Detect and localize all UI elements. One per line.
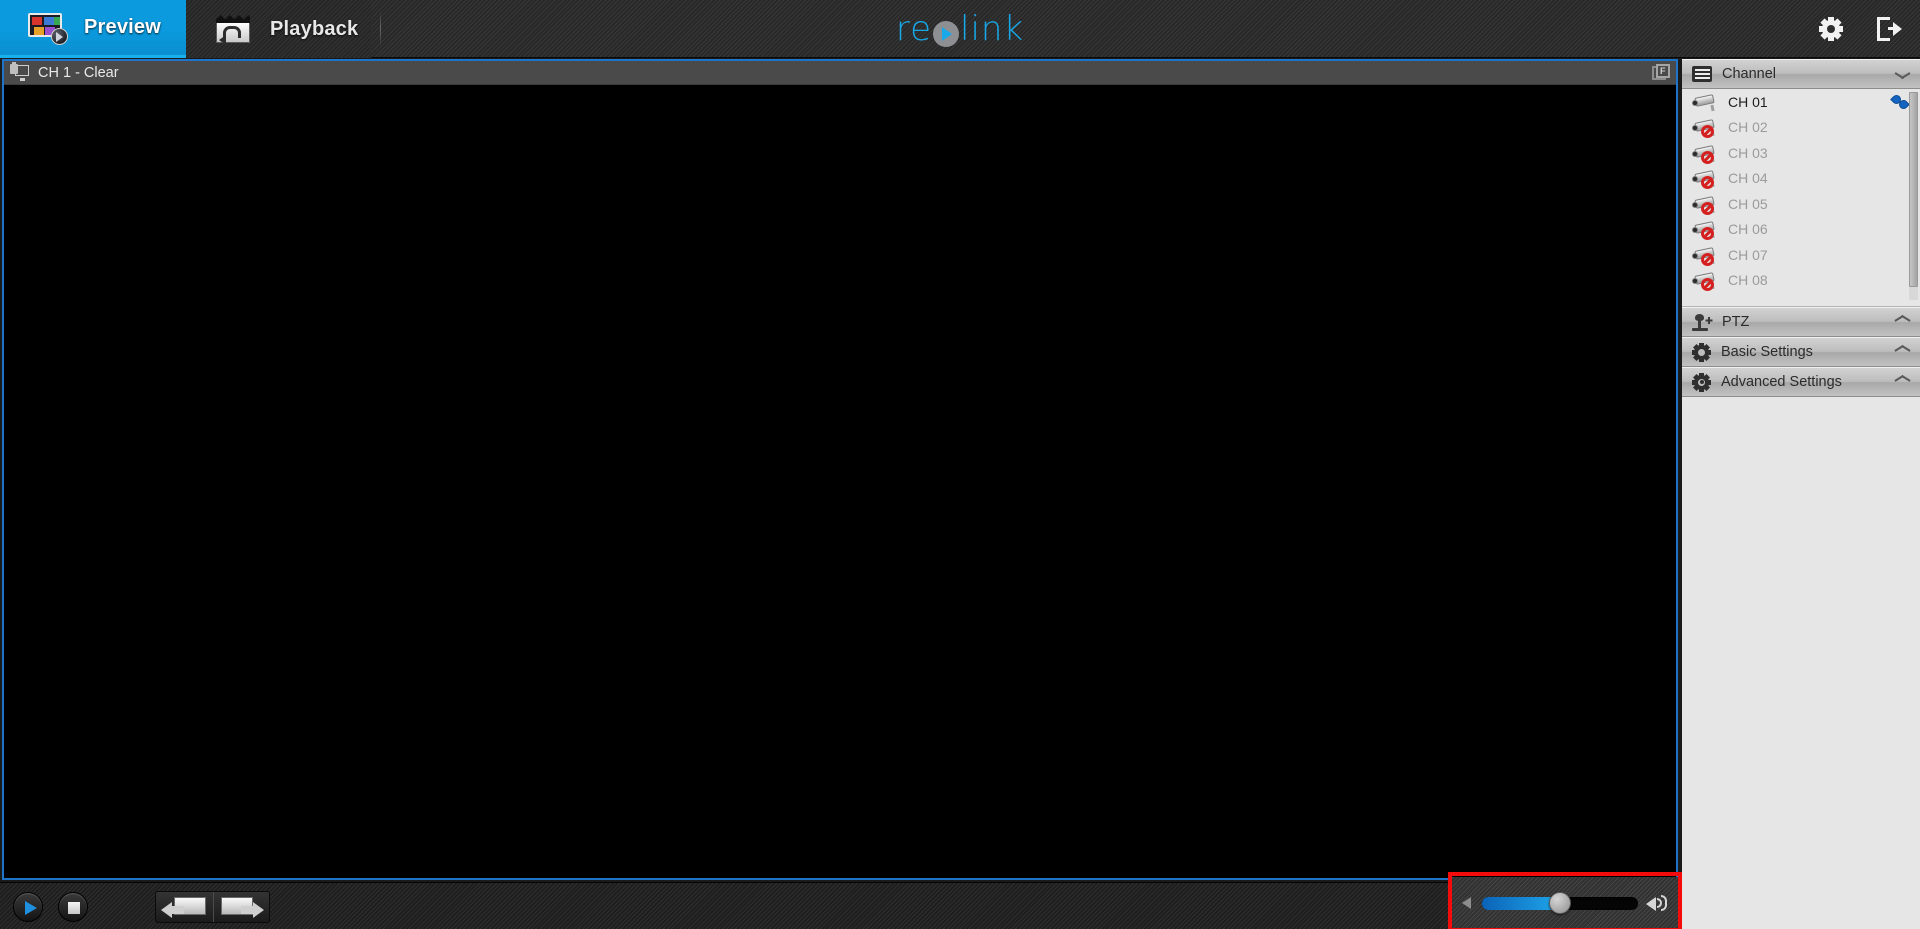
camera-disabled-icon	[1692, 246, 1718, 266]
channel-label: CH 02	[1728, 119, 1768, 136]
channel-list-item[interactable]: CH 03	[1682, 140, 1920, 166]
channel-list-scrollbar[interactable]	[1909, 92, 1918, 300]
chevron-up-icon[interactable]	[1895, 348, 1910, 357]
camera-disabled-icon	[1692, 144, 1718, 164]
channel-label: CH 04	[1728, 170, 1768, 187]
channel-label: CH 03	[1728, 144, 1768, 161]
right-sidebar: Channel CH 01 CH 02 CH 03 CH 04 CH 05 CH…	[1682, 59, 1920, 929]
tab-playback-label: Playback	[270, 17, 359, 40]
camera-disabled-icon	[1692, 118, 1718, 139]
video-stream-canvas[interactable]	[4, 85, 1676, 878]
arrow-left-icon	[161, 902, 184, 918]
tab-preview-label: Preview	[84, 16, 162, 38]
channel-list-item[interactable]: CH 07	[1682, 242, 1920, 268]
camera-disabled-icon	[1692, 271, 1718, 292]
full-screen-icon[interactable]: F	[1652, 64, 1671, 82]
channel-list-item[interactable]: CH 02	[1682, 115, 1920, 141]
channel-list[interactable]: CH 01 CH 02 CH 03 CH 04 CH 05 CH 06 CH 0…	[1682, 89, 1920, 307]
sidebar-section-basic-settings-label: Basic Settings	[1721, 344, 1813, 360]
clapperboard-icon	[214, 14, 254, 45]
gear-icon[interactable]	[1819, 17, 1843, 41]
channel-list-item[interactable]: CH 04	[1682, 166, 1920, 192]
channel-label: CH 06	[1728, 221, 1768, 238]
speaker-icon[interactable]	[1646, 894, 1668, 912]
channel-list-item[interactable]: CH 05	[1682, 191, 1920, 217]
chevron-down-icon[interactable]	[1895, 70, 1910, 79]
screen-navigation-group	[155, 891, 270, 923]
app-window: Preview Playback re link CH 1 - Clear F …	[0, 0, 1920, 929]
preview-monitor-icon	[28, 12, 68, 45]
sidebar-empty-area	[1682, 397, 1920, 929]
channel-label: CH 08	[1728, 272, 1768, 289]
camera-disabled-icon	[1692, 169, 1718, 190]
sidebar-section-channel-label: Channel	[1722, 66, 1777, 82]
sidebar-section-channel[interactable]: Channel	[1682, 59, 1920, 89]
gear-advanced-icon	[1692, 372, 1711, 392]
stop-button[interactable]	[58, 892, 88, 922]
camera-icon	[1692, 93, 1718, 111]
play-button[interactable]	[13, 892, 43, 922]
sidebar-section-advanced-settings[interactable]: Advanced Settings	[1682, 367, 1920, 397]
gear-icon	[1692, 342, 1711, 362]
volume-control	[1452, 877, 1678, 929]
channel-label: CH 01	[1728, 93, 1768, 110]
video-channel-title: CH 1 - Clear	[38, 64, 119, 81]
playback-control-bar	[0, 882, 1682, 929]
top-navigation-bar: Preview Playback re link	[0, 0, 1920, 58]
sidebar-section-basic-settings[interactable]: Basic Settings	[1682, 337, 1920, 367]
channel-list-item[interactable]: CH 01	[1682, 89, 1920, 115]
channel-list-item[interactable]: CH 06	[1682, 217, 1920, 243]
channel-list-item[interactable]: CH 08	[1682, 268, 1920, 294]
sidebar-section-ptz-label: PTZ	[1722, 314, 1750, 330]
brand-prefix: re	[895, 9, 932, 49]
volume-slider-handle[interactable]	[1549, 892, 1571, 914]
brand-play-orb-icon	[933, 21, 959, 47]
tab-divider	[380, 12, 381, 46]
camera-disabled-icon	[1692, 220, 1718, 241]
scrollbar-thumb[interactable]	[1909, 92, 1918, 287]
video-channel-bar: CH 1 - Clear F	[4, 61, 1676, 85]
next-screen-button[interactable]	[212, 892, 270, 922]
sidebar-section-advanced-settings-label: Advanced Settings	[1721, 374, 1842, 390]
volume-slider[interactable]	[1482, 892, 1638, 914]
chevron-up-icon[interactable]	[1895, 378, 1910, 387]
channel-label: CH 05	[1728, 195, 1768, 212]
channel-label: CH 07	[1728, 246, 1768, 263]
arrow-right-icon	[241, 902, 264, 918]
plug-connected-icon	[1890, 92, 1910, 111]
exit-icon[interactable]	[1877, 17, 1902, 41]
camera-disabled-icon	[1692, 195, 1718, 215]
top-actions	[1819, 0, 1902, 58]
mute-icon[interactable]	[1462, 895, 1474, 911]
video-panel: CH 1 - Clear F	[2, 59, 1678, 880]
joystick-icon	[1692, 313, 1712, 331]
sidebar-section-ptz[interactable]: PTZ	[1682, 307, 1920, 337]
previous-screen-button[interactable]	[156, 892, 213, 922]
tab-preview[interactable]: Preview	[0, 0, 186, 58]
tab-playback[interactable]: Playback	[186, 0, 371, 58]
chevron-up-icon[interactable]	[1895, 318, 1910, 327]
brand-suffix: link	[960, 9, 1025, 49]
list-icon	[1692, 66, 1712, 82]
snapshot-icon	[10, 62, 30, 81]
